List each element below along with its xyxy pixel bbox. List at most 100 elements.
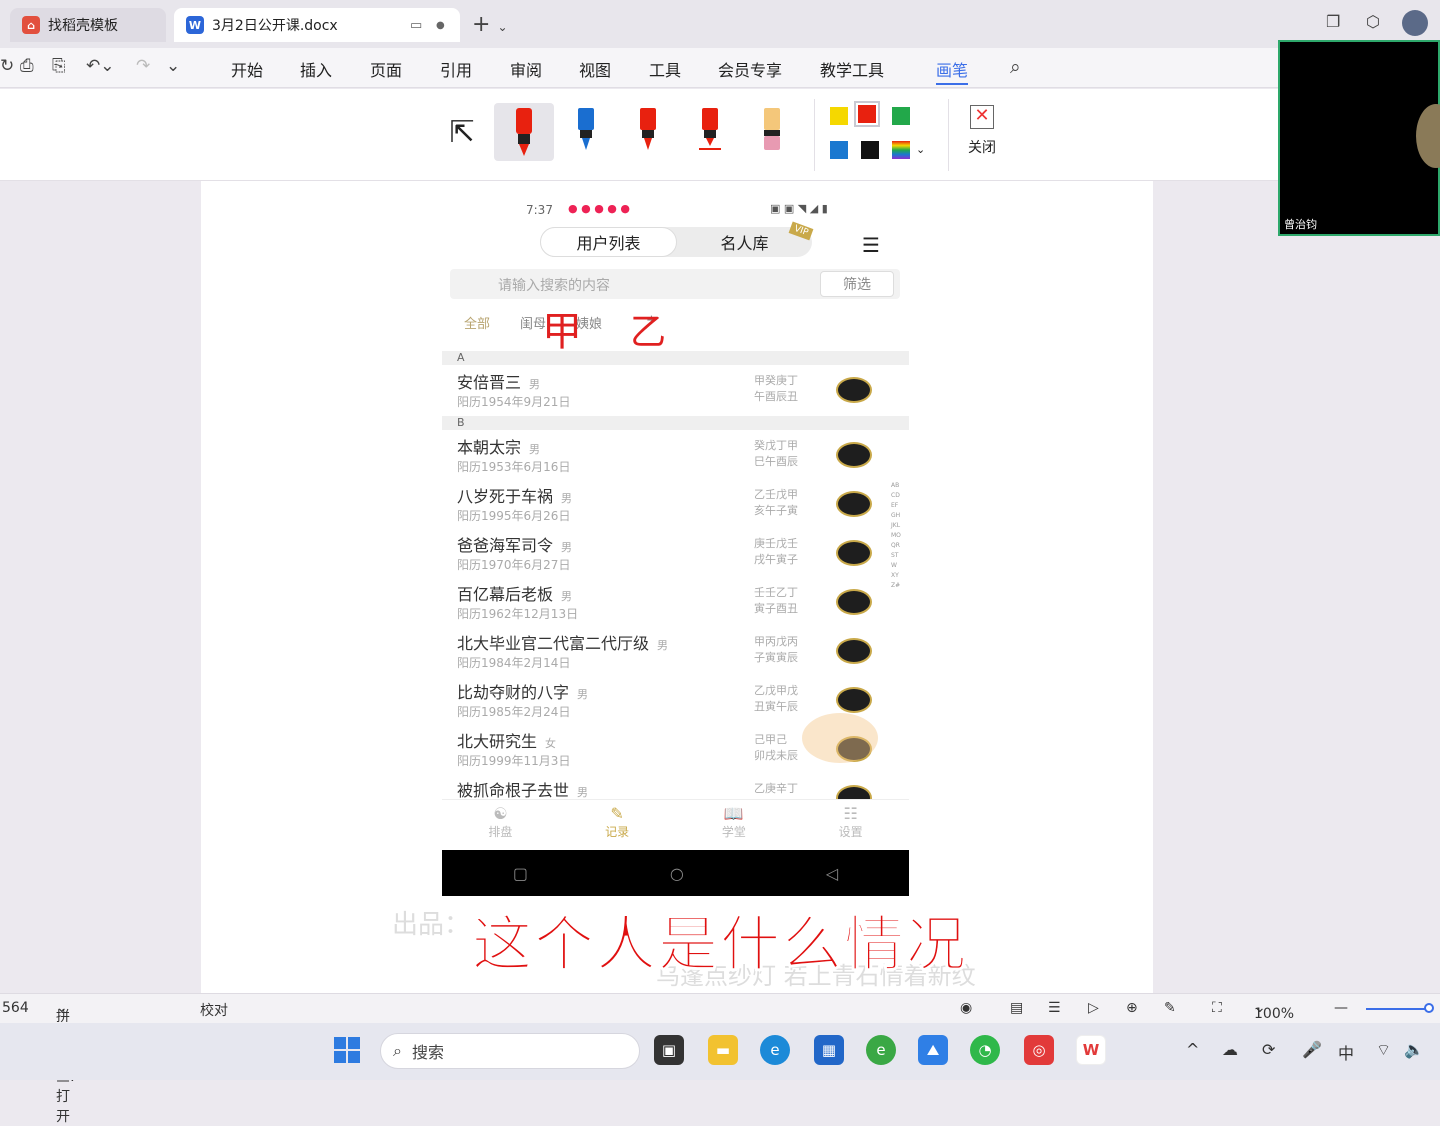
- menu-tools[interactable]: 工具: [649, 57, 681, 81]
- cloud-icon[interactable]: ☁: [1222, 1040, 1238, 1059]
- menu-pen[interactable]: 画笔: [936, 57, 969, 85]
- task-view-icon[interactable]: ▣: [654, 1035, 684, 1065]
- highlighter-button[interactable]: [680, 103, 740, 161]
- menu-teaching-tools[interactable]: 教学工具: [820, 57, 884, 81]
- alphabet-index: ABCDEFGHJKLMOQRSTWXYZ#: [891, 482, 901, 589]
- color-blue-swatch[interactable]: [830, 141, 848, 159]
- sync-icon[interactable]: ⟳: [1262, 1040, 1275, 1059]
- more-colors-icon[interactable]: [892, 141, 910, 159]
- zoom-level[interactable]: 100% ⌄: [1254, 1000, 1294, 1022]
- row-date: 阳历1962年12月13日: [457, 607, 579, 621]
- chevron-down-icon[interactable]: ⌄: [916, 143, 925, 156]
- photos-icon[interactable]: ⛰: [918, 1035, 948, 1065]
- menu-start[interactable]: 开始: [231, 57, 263, 81]
- search-icon[interactable]: ⌕: [1010, 56, 1021, 78]
- row-bazi: 庚壬戊壬 戌午寅子: [754, 537, 798, 566]
- color-yellow-swatch[interactable]: [830, 107, 848, 125]
- row-name: 爸爸海军司令男: [457, 536, 573, 555]
- row-name: 北大研究生女: [457, 732, 557, 751]
- taskbar-search-input[interactable]: ⌕ 搜索: [380, 1033, 640, 1069]
- row-bazi: 乙壬戊甲 亥午子寅: [754, 488, 798, 517]
- zoom-out-icon[interactable]: —: [1334, 1000, 1348, 1016]
- color-green-swatch[interactable]: [892, 107, 910, 125]
- wps-icon[interactable]: W: [1076, 1035, 1106, 1065]
- wechat-icon[interactable]: ◔: [970, 1035, 1000, 1065]
- red-pen-button[interactable]: [618, 103, 678, 161]
- list-item: 百亿幕后老板男 阳历1962年12月13日 壬壬乙丁 寅子酉丑: [442, 579, 909, 627]
- menu-page[interactable]: 页面: [370, 57, 402, 81]
- fit-screen-icon[interactable]: ⛶: [1212, 1000, 1222, 1016]
- ime-indicator[interactable]: 中: [1338, 1040, 1354, 1064]
- cursor-tool-button[interactable]: ⇱: [432, 103, 492, 161]
- spell-check-toggle[interactable]: 拼写检查: 打开 ⌄: [56, 1000, 75, 1125]
- phone-filter-button: 筛选: [820, 271, 894, 297]
- zoom-slider-handle[interactable]: [1424, 1003, 1434, 1013]
- tray-expand-icon[interactable]: ^: [1186, 1040, 1199, 1059]
- page-view-icon[interactable]: ▤: [1010, 1000, 1023, 1016]
- touch-indicator: [802, 713, 878, 763]
- cube-icon[interactable]: ⬡: [1366, 12, 1380, 31]
- zodiac-avatar: [836, 442, 872, 468]
- print-icon[interactable]: ⎙: [20, 56, 34, 76]
- tab-document[interactable]: W 3月2日公开课.docx ▭ ●: [174, 8, 460, 42]
- row-name: 比劫夺财的八字男: [457, 683, 589, 702]
- zoom-slider[interactable]: [1366, 1008, 1428, 1010]
- row-name: 八岁死于车祸男: [457, 487, 573, 506]
- monitor-icon[interactable]: ▭: [410, 18, 422, 33]
- blue-pen-button[interactable]: [556, 103, 616, 161]
- zodiac-avatar: [836, 377, 872, 403]
- proofread-button[interactable]: 校对: [200, 1000, 228, 1020]
- outline-view-icon[interactable]: ☰: [1048, 1000, 1061, 1016]
- zodiac-avatar: [836, 687, 872, 713]
- wifi-icon[interactable]: ⌔: [1376, 1040, 1391, 1060]
- menu-insert[interactable]: 插入: [300, 57, 332, 81]
- menu-reference[interactable]: 引用: [440, 57, 472, 81]
- close-icon: ✕: [970, 105, 994, 129]
- eye-icon[interactable]: ◉: [960, 1000, 972, 1016]
- pen-icon[interactable]: ✎: [1164, 1000, 1176, 1016]
- netease-music-icon[interactable]: ◎: [1024, 1035, 1054, 1065]
- redo-icon[interactable]: ↷: [136, 56, 150, 76]
- eraser-button[interactable]: [742, 103, 802, 161]
- windows-start-icon[interactable]: [332, 1035, 362, 1065]
- row-date: 阳历1985年2月24日: [457, 705, 571, 719]
- pen-toolbar: ⇱ ⌄ ✕ 关闭: [0, 89, 1278, 181]
- print-preview-icon[interactable]: ⎘: [52, 56, 66, 76]
- store-icon[interactable]: ▦: [814, 1035, 844, 1065]
- new-tab-button[interactable]: + ⌄: [472, 12, 508, 37]
- red-marker-button[interactable]: [494, 103, 554, 161]
- web-view-icon[interactable]: ⊕: [1126, 1000, 1138, 1016]
- list-item: 安倍晋三男 阳历1954年9月21日 甲癸庚丁 午酉辰丑: [442, 367, 909, 415]
- edge-browser-icon[interactable]: e: [760, 1035, 790, 1065]
- tab-templates[interactable]: ⌂ 找稻壳模板: [10, 8, 166, 42]
- zodiac-avatar: [836, 638, 872, 664]
- highlighter-icon: [699, 108, 721, 150]
- close-pen-button[interactable]: ✕ 关闭: [966, 105, 998, 163]
- nav-records: ✎ 记录: [559, 800, 676, 849]
- participant-name: 曾治钧: [1284, 218, 1317, 231]
- restore-icon[interactable]: ❐: [1326, 12, 1340, 31]
- file-explorer-icon[interactable]: ▬: [708, 1035, 738, 1065]
- menu-member[interactable]: 会员专享: [718, 57, 782, 81]
- notification-icons: ● ● ● ● ●: [568, 202, 630, 215]
- volume-icon[interactable]: 🔈: [1404, 1040, 1424, 1059]
- play-icon[interactable]: ▷: [1088, 1000, 1099, 1016]
- nav-paipan: ☯ 排盘: [442, 800, 559, 849]
- color-black-swatch[interactable]: [861, 141, 879, 159]
- phone-bottom-nav: ☯ 排盘 ✎ 记录 📖 学堂 ☷ 设置: [442, 799, 909, 849]
- color-red-swatch[interactable]: [854, 101, 880, 127]
- microphone-icon[interactable]: 🎤: [1302, 1040, 1322, 1059]
- ie-browser-icon[interactable]: e: [866, 1035, 896, 1065]
- row-bazi: 壬壬乙丁 寅子酉丑: [754, 586, 798, 615]
- menu-review[interactable]: 审阅: [510, 57, 542, 81]
- red-marker-icon: [516, 108, 532, 156]
- blue-pen-icon: [578, 108, 594, 150]
- video-call-window[interactable]: 曾治钧: [1278, 40, 1440, 236]
- more-chevron-icon[interactable]: ⌄: [166, 56, 180, 76]
- row-bazi: 甲丙戊丙 子寅寅辰: [754, 635, 798, 664]
- menu-view[interactable]: 视图: [579, 57, 611, 81]
- undo-icon[interactable]: ↶⌄: [86, 56, 115, 76]
- word-count[interactable]: 564: [2, 1000, 29, 1016]
- redo-partial-icon[interactable]: ↻: [0, 56, 14, 76]
- avatar[interactable]: [1402, 10, 1428, 36]
